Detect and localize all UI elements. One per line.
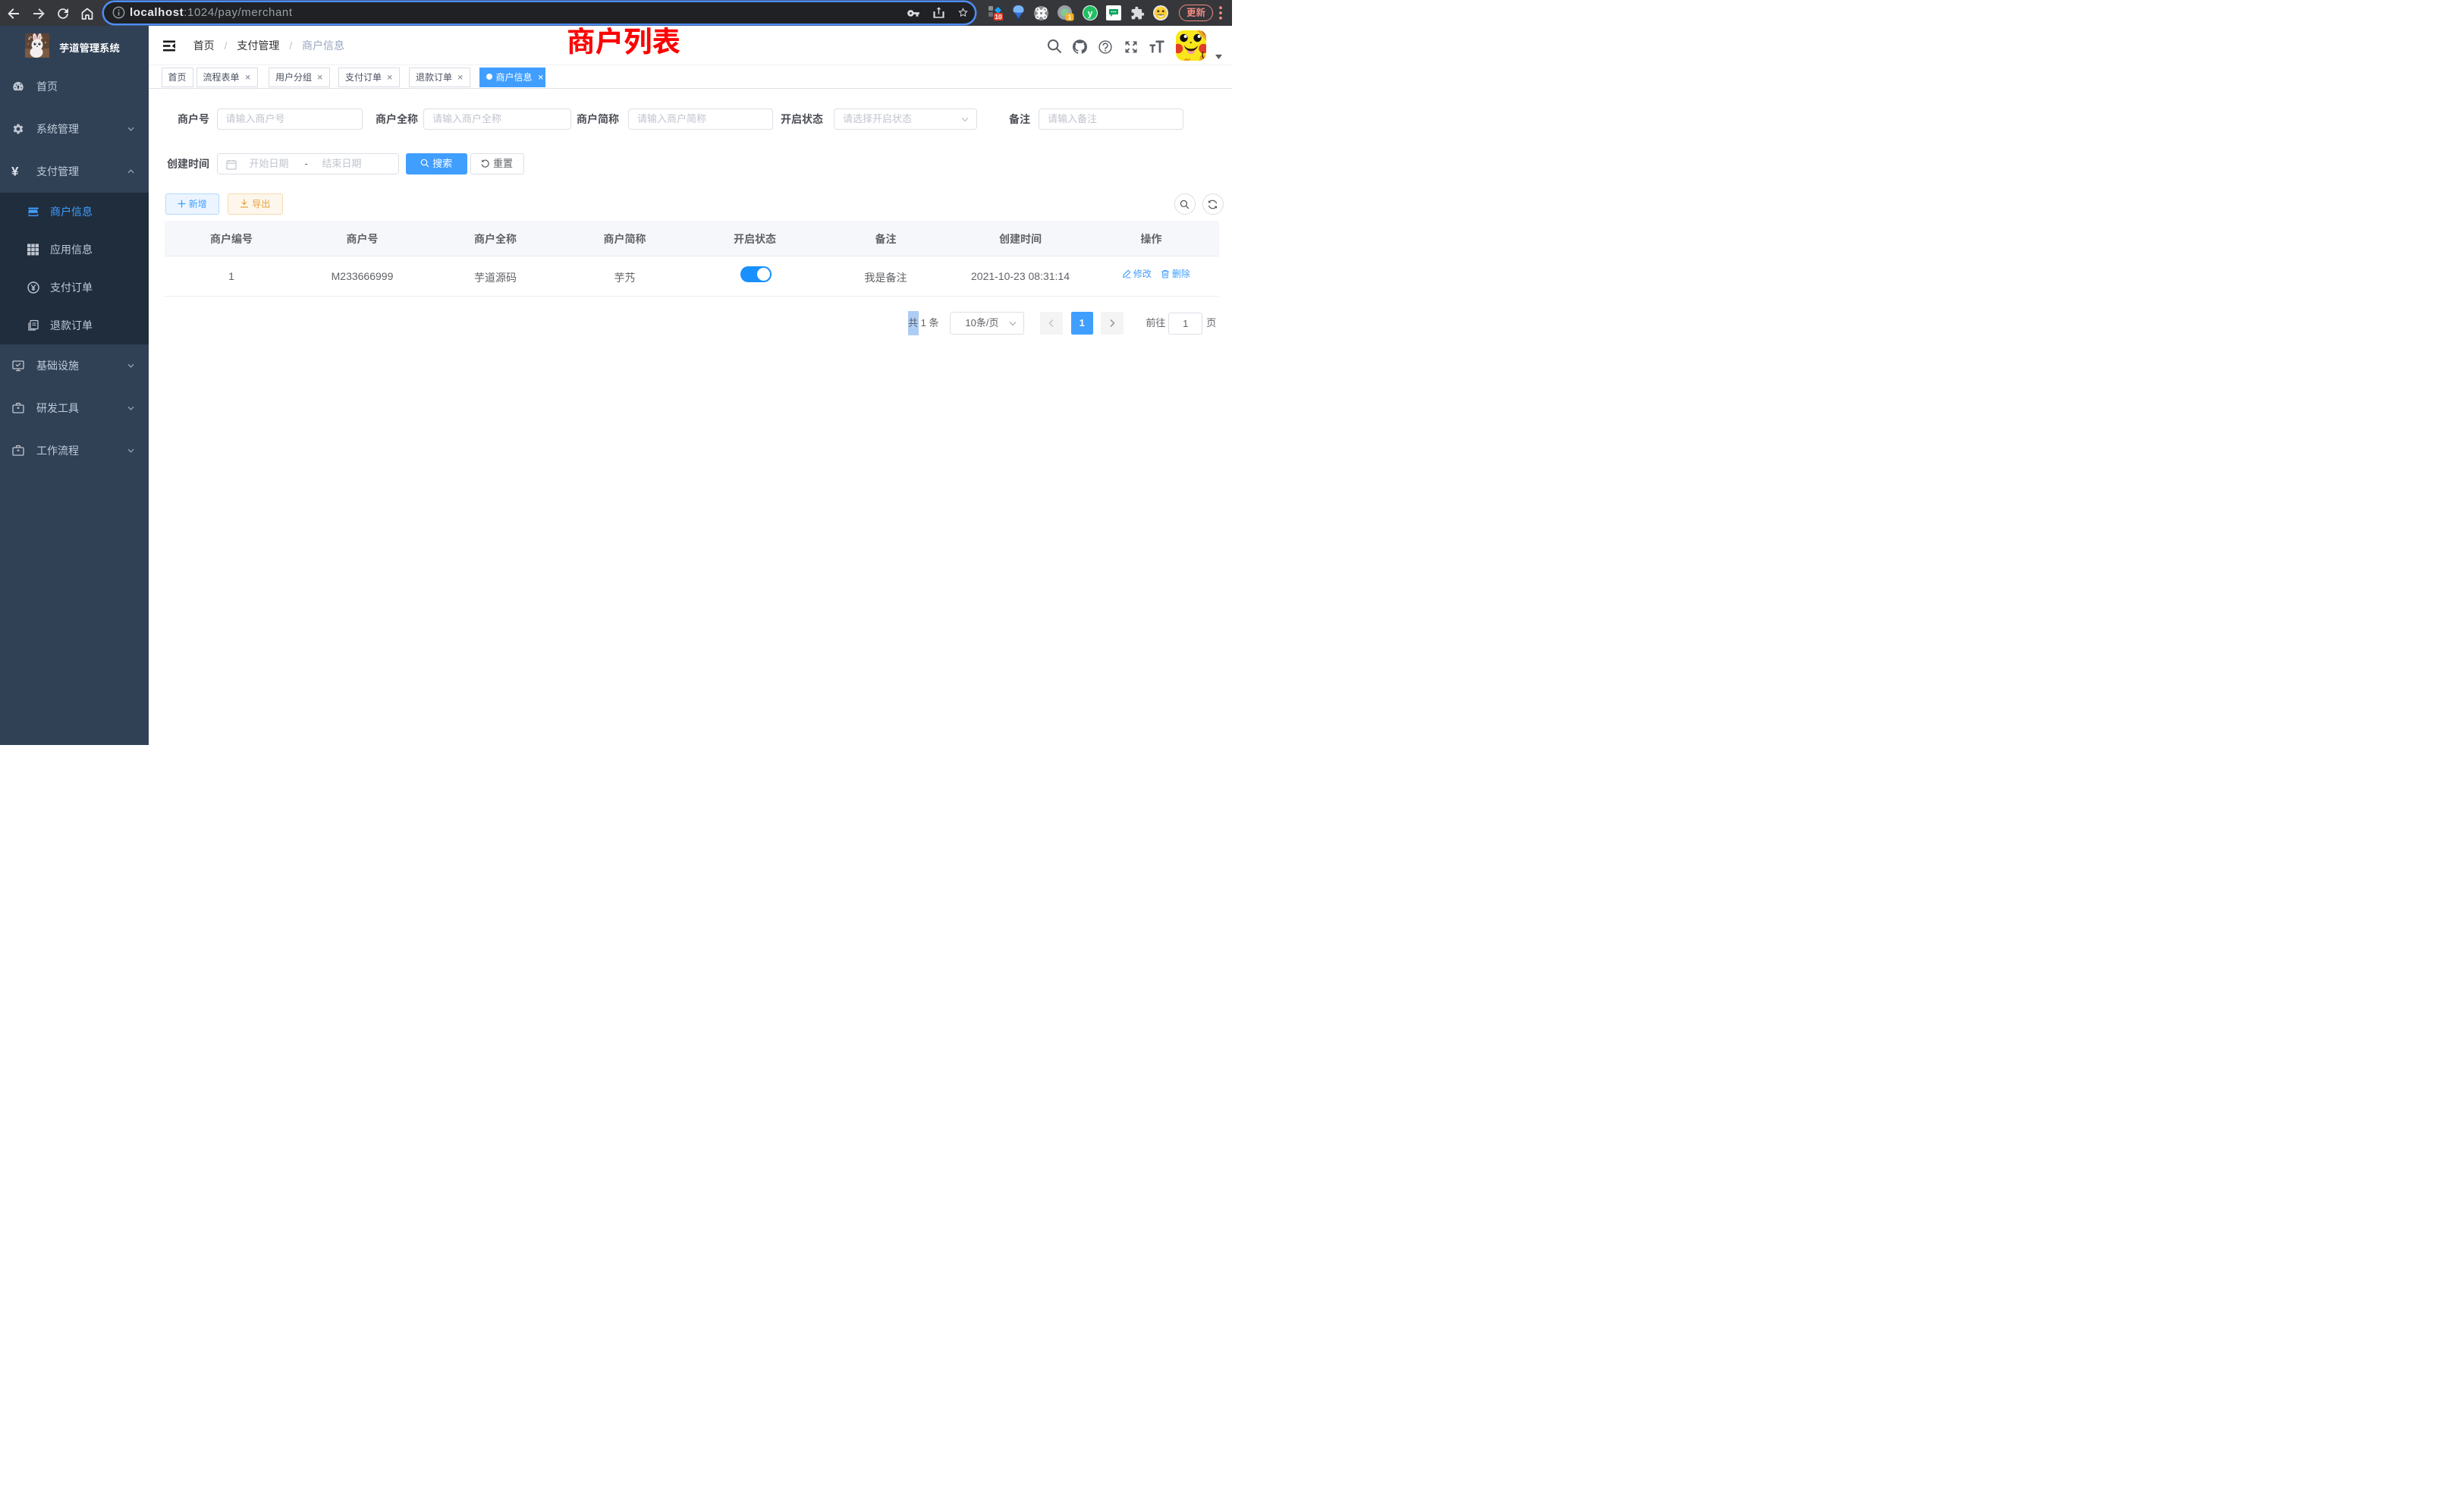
svg-text:10: 10: [995, 13, 1002, 20]
svg-text:y: y: [1088, 8, 1093, 19]
svg-text:1: 1: [1068, 13, 1072, 20]
